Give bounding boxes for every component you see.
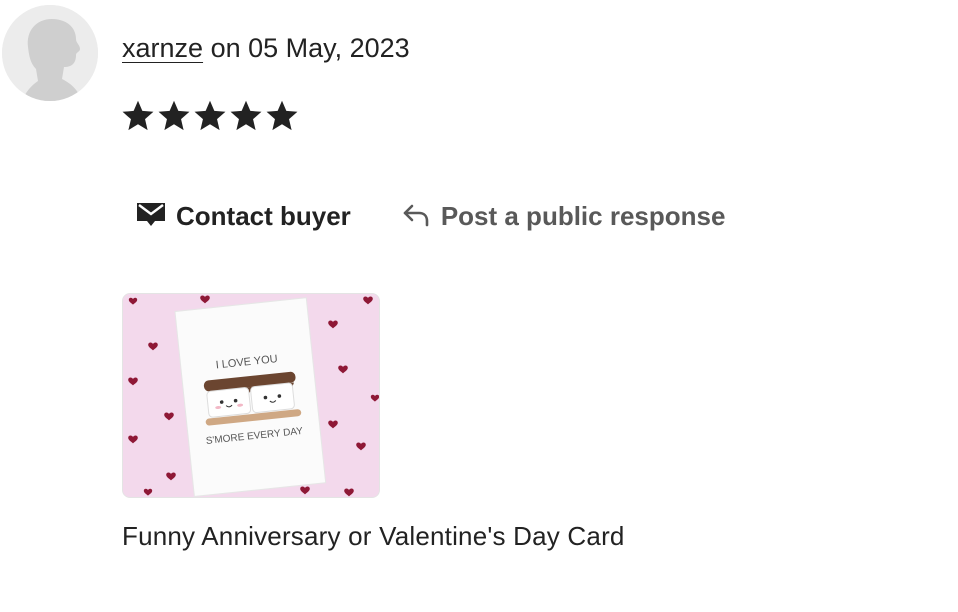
post-public-response-button[interactable]: Post a public response xyxy=(401,198,726,235)
star-icon xyxy=(122,100,154,131)
contact-buyer-button[interactable]: Contact buyer xyxy=(136,198,351,235)
person-silhouette-icon xyxy=(2,5,98,101)
item-title[interactable]: Funny Anniversary or Valentine's Day Car… xyxy=(122,518,625,554)
item-thumbnail[interactable]: I LOVE YOU S'MORE EVERY DAY xyxy=(122,293,380,498)
star-icon xyxy=(194,100,226,131)
card-image: I LOVE YOU S'MORE EVERY DAY xyxy=(123,294,379,497)
reply-arrow-icon xyxy=(401,198,431,235)
envelope-icon xyxy=(136,198,166,235)
review-date: on 05 May, 2023 xyxy=(210,33,410,63)
star-icon xyxy=(230,100,262,131)
star-rating xyxy=(120,96,300,136)
contact-buyer-label: Contact buyer xyxy=(176,201,351,231)
review-actions: Contact buyer Post a public response xyxy=(136,198,725,235)
star-icon xyxy=(158,100,190,131)
post-public-response-label: Post a public response xyxy=(440,201,726,231)
review-meta: xarnze on 05 May, 2023 xyxy=(122,30,410,66)
reviewer-avatar[interactable] xyxy=(2,5,98,101)
reviewer-username-link[interactable]: xarnze xyxy=(122,33,203,63)
greeting-card: I LOVE YOU S'MORE EVERY DAY xyxy=(174,297,327,497)
star-icon xyxy=(266,100,298,131)
